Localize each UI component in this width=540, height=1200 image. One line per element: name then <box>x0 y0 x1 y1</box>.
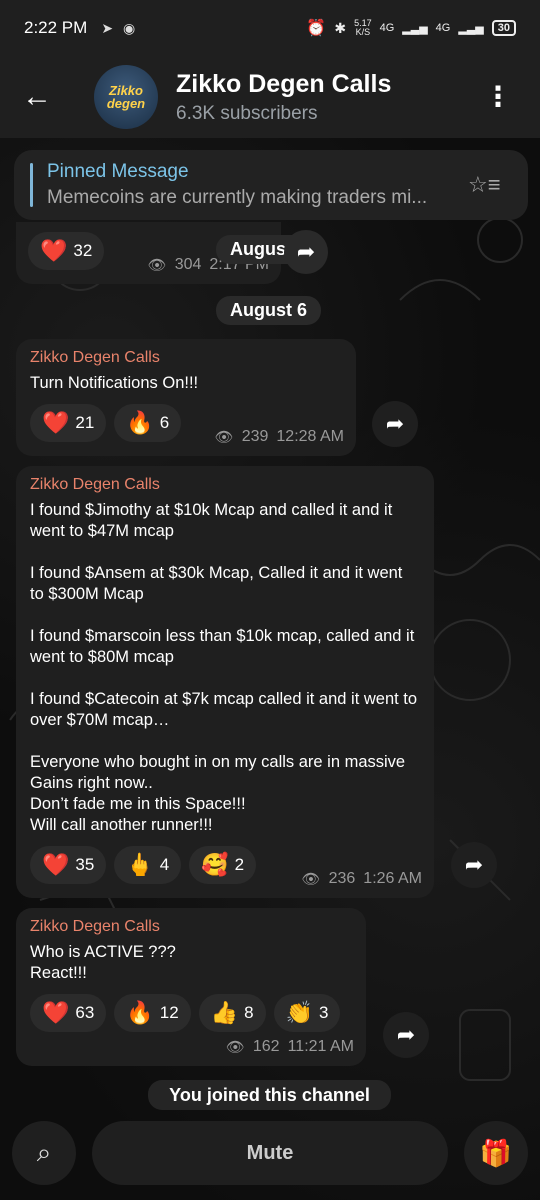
reaction-count: 35 <box>75 855 95 874</box>
message-bubble: Zikko Degen Calls Turn Notifications On!… <box>16 339 356 456</box>
pinned-message-bar[interactable]: Pinned Message Memecoins are currently m… <box>14 150 528 220</box>
reaction-chip[interactable]: 🔥 6 <box>114 404 182 442</box>
telegram-icon: ➤ <box>101 19 114 36</box>
status-right: ⏰ ✱ 5.17 K/S 4G ▂▃▅ 4G ▂▃▅ 30 <box>306 18 516 38</box>
message-bubble: Zikko Degen Calls Who is ACTIVE ??? Reac… <box>16 908 366 1066</box>
middle-finger-icon: 🖕 <box>126 852 154 877</box>
channel-info[interactable]: Zikko Degen Calls 6.3K subscribers <box>176 70 391 125</box>
reaction-chip[interactable]: 🥰 2 <box>189 846 257 884</box>
message-author[interactable]: Zikko Degen Calls <box>30 918 352 936</box>
smiling-hearts-icon: 🥰 <box>201 852 229 877</box>
reaction-count: 4 <box>159 855 170 874</box>
heart-icon: ❤️ <box>42 1000 70 1025</box>
pin-list-icon[interactable]: ☆≡ <box>468 172 514 198</box>
channel-title: Zikko Degen Calls <box>176 69 392 98</box>
alarm-icon: ⏰ <box>306 20 327 37</box>
reaction-count: 63 <box>75 1003 95 1022</box>
message-author[interactable]: Zikko Degen Calls <box>30 476 420 494</box>
avatar-logo-text: Zikko degen <box>106 83 146 111</box>
reaction-chip[interactable]: 👏 3 <box>273 994 341 1032</box>
reaction-count: 6 <box>159 413 170 432</box>
message-text: Turn Notifications On!!! <box>30 374 199 392</box>
eye-icon: 👁 <box>225 1039 245 1056</box>
message-text: I found $Jimothy at $10k Mcap and called… <box>30 501 418 834</box>
discord-icon: ◉ <box>123 19 136 36</box>
reaction-chip[interactable]: ❤️ 35 <box>30 846 107 884</box>
message-text: Who is ACTIVE ??? React!!! <box>30 943 176 982</box>
view-count: 304 <box>174 256 202 273</box>
status-left-icons: ➤ ◉ <box>101 20 135 37</box>
reaction-count: 8 <box>244 1003 254 1022</box>
subscriber-count: 6.3K subscribers <box>176 102 318 124</box>
more-menu-icon[interactable]: ⋮ <box>484 83 512 111</box>
eye-icon: 👁 <box>301 871 321 888</box>
reaction-count: 3 <box>318 1003 329 1022</box>
bluetooth-icon: ✱ <box>334 19 347 36</box>
heart-icon: ❤️ <box>40 238 68 263</box>
status-bar: 2:22 PM ➤ ◉ ⏰ ✱ 5.17 K/S 4G ▂▃▅ 4G ▂▃▅ 3… <box>0 0 540 56</box>
reaction-count: 2 <box>234 855 245 874</box>
share-button[interactable]: ➦ <box>372 401 418 447</box>
reaction-count: 12 <box>159 1003 179 1022</box>
thumbs-up-icon: 👍 <box>210 1000 239 1025</box>
signal-icon: ▂▃▅ <box>402 22 428 35</box>
message-time: 1:26 AM <box>363 870 422 887</box>
reaction-count: 21 <box>75 413 95 432</box>
share-button[interactable]: ➦ <box>451 842 497 888</box>
mute-button[interactable]: Mute <box>92 1121 448 1185</box>
eye-icon: 👁 <box>214 429 234 446</box>
gift-icon[interactable]: 🎁 <box>464 1121 528 1185</box>
share-button[interactable]: ➦ <box>383 1012 429 1058</box>
eye-icon: 👁 <box>147 257 167 274</box>
message-meta: 👁 162 11:21 AM <box>226 1038 354 1056</box>
fire-icon: 🔥 <box>126 410 154 435</box>
view-count: 239 <box>241 428 269 445</box>
message-time: 12:28 AM <box>276 428 344 445</box>
message-bubble: Zikko Degen Calls I found $Jimothy at $1… <box>16 466 434 898</box>
heart-icon: ❤️ <box>42 852 70 877</box>
message-meta: 👁 236 1:26 AM <box>302 870 422 888</box>
fire-icon: 🔥 <box>126 1000 154 1025</box>
reactions: ❤️ 63 🔥 12 👍 8 👏 3 <box>30 994 352 1032</box>
message-author[interactable]: Zikko Degen Calls <box>30 349 342 367</box>
reaction-chip[interactable]: 🖕 4 <box>114 846 182 884</box>
chat-header: ← Zikko degen Zikko Degen Calls 6.3K sub… <box>0 56 540 138</box>
pinned-indicator <box>30 163 33 207</box>
view-count: 162 <box>252 1038 280 1055</box>
view-count: 236 <box>328 870 356 887</box>
status-time: 2:22 PM <box>24 18 88 37</box>
battery-icon: 30 <box>491 20 516 36</box>
share-button[interactable]: ➦ <box>284 230 328 274</box>
reaction-chip[interactable]: ❤️ 32 <box>28 232 105 270</box>
clapping-icon: 👏 <box>285 1000 313 1025</box>
reaction-chip[interactable]: ❤️ 21 <box>30 404 107 442</box>
reaction-chip[interactable]: ❤️ 63 <box>30 994 107 1032</box>
date-separator: August 6 <box>216 296 322 325</box>
pinned-title: Pinned Message <box>47 161 189 182</box>
search-icon[interactable]: ⌕ <box>12 1121 76 1185</box>
reaction-chip[interactable]: 🔥 12 <box>114 994 191 1032</box>
reaction-chip[interactable]: 👍 8 <box>198 994 266 1032</box>
reaction-count: 32 <box>73 241 93 260</box>
message-meta: 👁 239 12:28 AM <box>215 428 344 446</box>
network-1: 4G <box>379 22 395 34</box>
network-2: 4G <box>435 22 451 34</box>
net-speed: 5.17 K/S <box>354 18 372 37</box>
avatar[interactable]: Zikko degen <box>94 65 158 129</box>
pinned-content: Pinned Message Memecoins are currently m… <box>47 161 468 209</box>
pinned-preview: Memecoins are currently making traders m… <box>47 187 428 208</box>
joined-notice: You joined this channel <box>148 1080 391 1110</box>
heart-icon: ❤️ <box>42 410 70 435</box>
back-arrow-icon[interactable]: ← <box>22 80 64 114</box>
signal-icon: ▂▃▅ <box>458 22 484 35</box>
message-time: 11:21 AM <box>287 1038 354 1055</box>
